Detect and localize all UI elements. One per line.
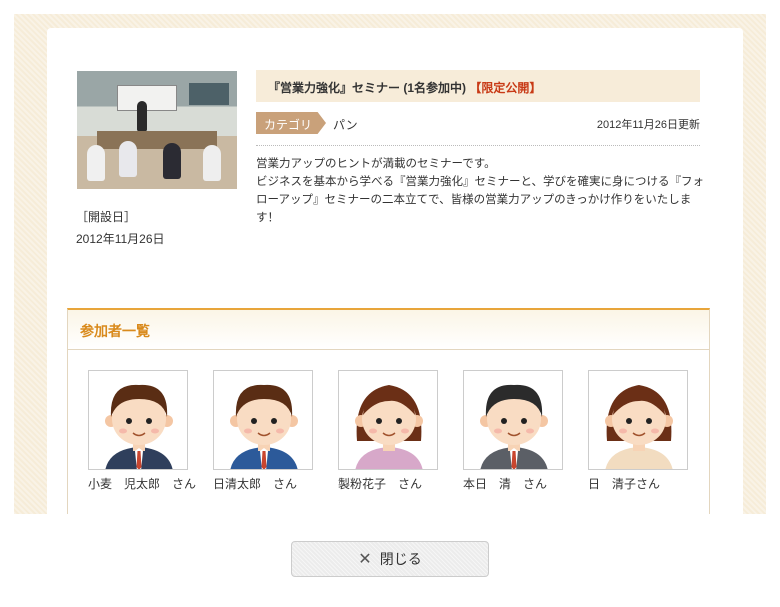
participants-panel: 参加者一覧 小麦 児太郎 さん 日清太郎 さん 製粉花子 さん 本日 清 さん <box>67 308 710 514</box>
seminar-card: 『営業力強化』セミナー (1名参加中) 【限定公開】 カテゴリ パン 2012年… <box>47 28 743 514</box>
avatar <box>463 370 563 470</box>
participant-name: 日清太郎 さん <box>213 477 298 491</box>
avatar <box>88 370 188 470</box>
close-button-label: 閉じる <box>379 551 422 567</box>
avatar-illustration <box>605 385 673 469</box>
avatar <box>213 370 313 470</box>
participant-item[interactable]: 製粉花子 さん <box>338 370 448 492</box>
participant-name: 小麦 児太郎 さん <box>88 477 197 491</box>
category-tag: カテゴリ <box>256 112 326 134</box>
avatar-illustration <box>105 384 173 469</box>
description-line: ビジネスを基本から学べる『営業力強化』セミナーと、学びを確実に身につける『フォ <box>256 176 705 188</box>
avatar-illustration <box>230 384 298 469</box>
seminar-description: 営業力アップのヒントが満載のセミナーです。 ビジネスを基本から学べる『営業力強化… <box>256 155 706 227</box>
seminar-photo <box>77 71 237 189</box>
description-line: ローアップ』セミナーの二本立てで、皆様の営業力アップのきっかけ作りをいたします！ <box>256 194 692 224</box>
category-value: パン <box>333 118 358 132</box>
seminar-title-text: 『営業力強化』セミナー (1名参加中) <box>268 81 467 95</box>
divider <box>256 145 700 146</box>
participant-name: 本日 清 さん <box>463 477 548 491</box>
avatar <box>338 370 438 470</box>
description-line: 営業力アップのヒントが満載のセミナーです。 <box>256 158 496 170</box>
seminar-title: 『営業力強化』セミナー (1名参加中) 【限定公開】 <box>256 70 700 102</box>
updated-date: 2012年11月26日更新 <box>596 119 700 131</box>
participant-name: 製粉花子 さん <box>338 477 423 491</box>
participant-item[interactable]: 日清太郎 さん <box>213 370 323 492</box>
participant-item[interactable]: 本日 清 さん <box>463 370 573 492</box>
participant-name: 日 清子さん <box>588 477 661 491</box>
close-button[interactable]: ✕ 閉じる <box>291 541 489 577</box>
participant-item[interactable]: 日 清子さん <box>588 370 698 492</box>
limited-badge: 【限定公開】 <box>469 81 542 95</box>
close-icon: ✕ <box>358 551 372 568</box>
avatar-illustration <box>355 385 423 469</box>
open-date-label: ［開設日］ <box>76 210 137 224</box>
avatar <box>588 370 688 470</box>
avatar-illustration <box>480 384 548 469</box>
participants-heading: 参加者一覧 <box>68 310 709 350</box>
participant-item[interactable]: 小麦 児太郎 さん <box>88 370 198 492</box>
page-background: 『営業力強化』セミナー (1名参加中) 【限定公開】 カテゴリ パン 2012年… <box>14 14 766 514</box>
open-date: 2012年11月26日 <box>76 232 165 246</box>
